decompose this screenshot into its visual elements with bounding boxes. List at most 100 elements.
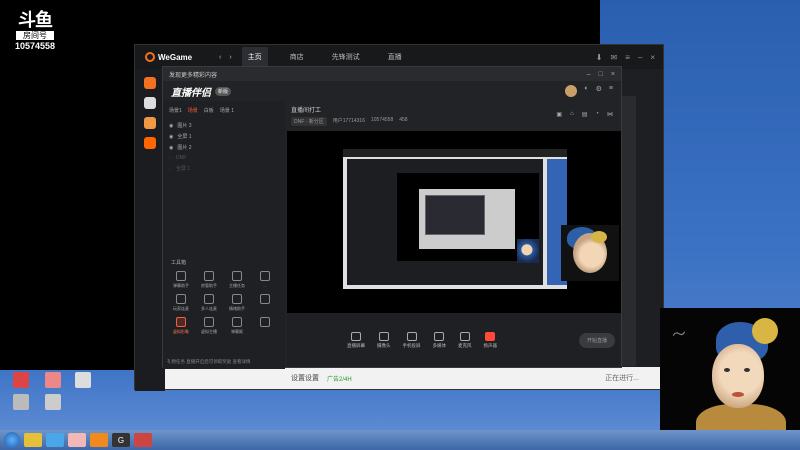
wegame-taskbar-icon[interactable]: G <box>112 433 130 447</box>
media-button[interactable]: 多媒体 <box>433 331 446 349</box>
nested-window <box>347 159 543 285</box>
tool-item[interactable]: ... <box>251 271 279 289</box>
desktop-shortcut[interactable] <box>66 372 100 389</box>
eye-off-icon[interactable]: ◌ <box>169 155 172 161</box>
sidebar-game-icon[interactable] <box>144 77 156 89</box>
wegame-logo: WeGame <box>135 52 219 62</box>
scene-source[interactable]: ◉ 图片 3 <box>163 120 285 131</box>
scene-source[interactable]: ◉ 图片 2 <box>163 142 285 153</box>
tool-icon <box>232 271 242 281</box>
tool-icon <box>204 271 214 281</box>
sidebar-game-icon[interactable] <box>144 117 156 129</box>
screen-capture-button[interactable]: 直播屏幕 <box>347 331 365 349</box>
bell-icon[interactable]: ◔ <box>595 111 599 118</box>
gift-icon[interactable]: ▣ <box>556 111 562 118</box>
back-arrow-icon[interactable]: ‹ <box>219 54 221 61</box>
maximize-icon[interactable]: □ <box>599 71 603 78</box>
game-tag[interactable]: DNF · 新分区 <box>291 117 327 126</box>
eye-icon[interactable]: ◉ <box>169 134 173 140</box>
task-notice[interactable]: 礼物任务 直播开启后可领取奖励 查看详情 <box>167 359 251 365</box>
tool-item[interactable] <box>251 317 279 335</box>
skin-icon[interactable]: ◐ <box>584 85 588 97</box>
tool-item[interactable]: 虚拟形象 <box>167 317 195 335</box>
app-icon <box>45 372 61 388</box>
app-icon[interactable] <box>90 433 108 447</box>
camera-button[interactable]: 摄像头 <box>377 331 391 349</box>
share-icon[interactable]: ⋈ <box>607 111 613 118</box>
download-icon[interactable]: ⬇ <box>596 53 603 62</box>
webcam-overlay: ～ <box>660 308 800 450</box>
scene-source[interactable]: ◌ DNF <box>163 153 285 163</box>
tool-item[interactable] <box>251 294 279 312</box>
minimize-icon[interactable]: – <box>638 53 642 62</box>
room-label: 房间号 <box>16 31 54 40</box>
tool-item[interactable]: 多人连麦 <box>195 294 223 312</box>
scene-tab[interactable]: 白板 <box>204 107 214 114</box>
menu-icon[interactable]: ≡ <box>609 85 613 97</box>
tool-item[interactable]: 情绪助手 <box>223 294 251 312</box>
avatar[interactable] <box>565 85 578 97</box>
eye-off-icon[interactable]: ◌ <box>169 166 172 172</box>
browser-icon[interactable] <box>46 433 64 447</box>
portrait-overlay <box>561 225 619 281</box>
tab-home[interactable]: 主页 <box>241 47 268 67</box>
tab-live[interactable]: 直播 <box>382 47 408 67</box>
save-icon[interactable]: ▤ <box>582 111 588 118</box>
wegame-sidebar <box>135 69 165 391</box>
menu-icon[interactable]: ≡ <box>625 53 630 62</box>
control-label: 直播屏幕 <box>347 342 365 348</box>
douyu-logo: 斗鱼 <box>18 10 53 30</box>
scene-tab[interactable]: 场景 <box>188 107 198 114</box>
lock-icon[interactable]: ⌂ <box>570 111 574 118</box>
eye-icon[interactable]: ◉ <box>169 123 173 129</box>
portrait-face <box>712 344 764 408</box>
scene-tab[interactable]: 场景 1 <box>220 107 234 114</box>
phone-cast-button[interactable]: 手机投屏 <box>403 331 421 349</box>
play-icon <box>434 331 445 341</box>
app-icon[interactable] <box>134 433 152 447</box>
desktop-shortcut[interactable] <box>36 372 70 389</box>
tool-label: 情绪助手 <box>229 306 245 311</box>
microphone-button[interactable]: 麦克风 <box>458 331 472 349</box>
app-icon[interactable] <box>68 433 86 447</box>
start-button[interactable] <box>4 432 20 448</box>
tool-item[interactable]: 主播任务 <box>223 271 251 289</box>
message-icon[interactable]: ✉ <box>611 53 618 62</box>
speaker-button[interactable]: 扬声器 <box>484 331 497 349</box>
scene-source-label: 图片 2 <box>177 145 192 151</box>
close-icon[interactable]: × <box>611 71 615 78</box>
desktop-shortcut[interactable] <box>4 372 38 389</box>
sidebar-game-icon[interactable] <box>144 97 156 109</box>
tool-item[interactable]: 虚拟主播 <box>195 317 223 335</box>
tool-label: 弹幕姬 <box>231 329 243 334</box>
signature-scribble: ～ <box>670 325 688 345</box>
scene-source[interactable]: ◌ 全屏 1 <box>163 163 285 174</box>
footer-status[interactable]: 正在进行... <box>605 373 639 383</box>
stream-preview[interactable] <box>287 131 621 315</box>
eye-icon[interactable]: ◉ <box>169 145 173 151</box>
footer-settings[interactable]: 设置设置 <box>291 373 319 383</box>
wegame-right-panel <box>620 96 636 366</box>
tool-item[interactable]: 弹幕助手 <box>167 271 195 289</box>
portrait-eye <box>724 368 730 372</box>
preview-actions: ▣ ⌂ ▤ ◔ ⋈ <box>556 111 613 118</box>
settings-icon[interactable]: ⚙ <box>596 85 602 97</box>
tab-store[interactable]: 商店 <box>284 47 310 67</box>
folder-icon[interactable] <box>24 433 42 447</box>
tab-pioneer[interactable]: 先锋测试 <box>326 47 366 67</box>
sidebar-game-icon[interactable] <box>144 137 156 149</box>
scene-tab[interactable]: 场景1 <box>169 107 182 114</box>
tool-item[interactable]: 玩家连麦 <box>167 294 195 312</box>
scene-source[interactable]: ◉ 全屏 1 <box>163 131 285 142</box>
desktop-shortcut[interactable] <box>36 394 70 411</box>
wegame-logo-icon <box>145 52 155 62</box>
tool-label: 主播任务 <box>229 283 245 288</box>
companion-banner[interactable]: 发现更多精彩内容 <box>169 70 217 79</box>
start-stream-button[interactable]: 开始直播 <box>578 332 615 348</box>
minimize-icon[interactable]: – <box>587 71 591 78</box>
forward-arrow-icon[interactable]: › <box>229 54 231 61</box>
tool-item[interactable]: 房管助手 <box>195 271 223 289</box>
close-icon[interactable]: × <box>650 53 655 62</box>
tool-item[interactable]: 弹幕姬 <box>223 317 251 335</box>
desktop-shortcut[interactable] <box>4 394 38 411</box>
